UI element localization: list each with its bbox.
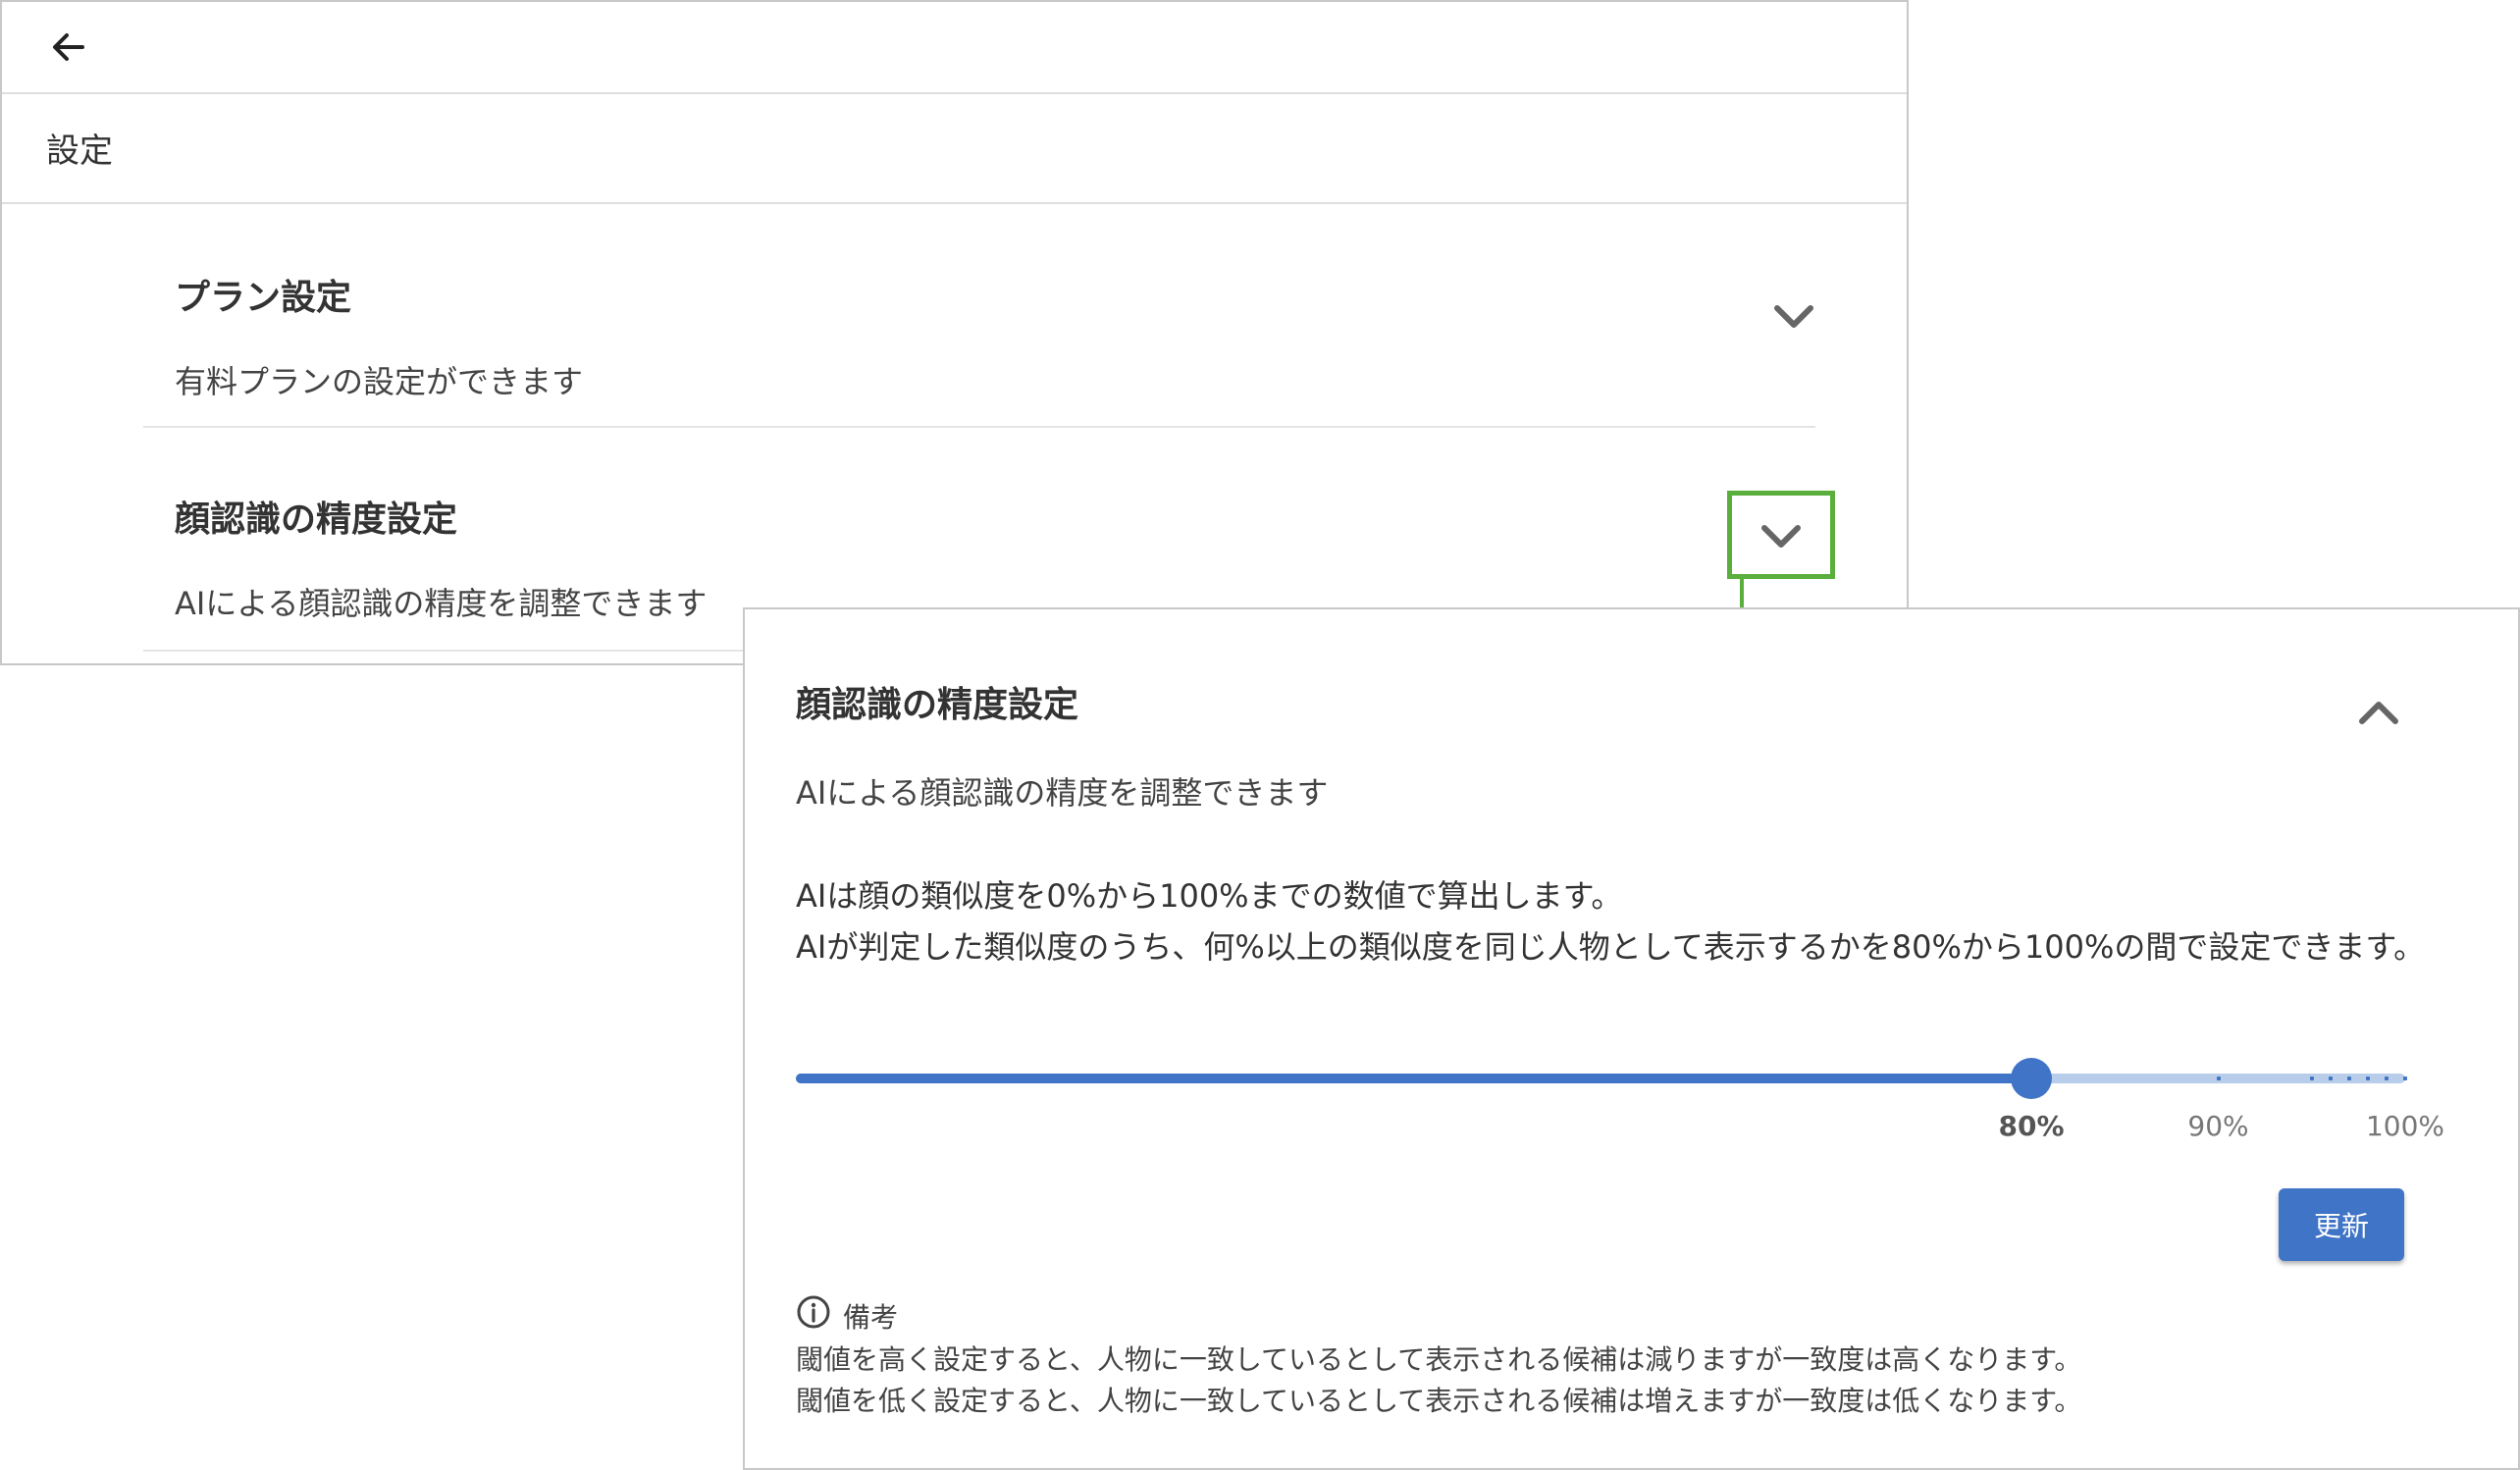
threshold-slider-track[interactable]	[796, 1074, 2031, 1083]
threshold-slider-thumb[interactable]	[2011, 1058, 2052, 1099]
slider-mark-label: 90%	[2187, 1110, 2249, 1142]
notes-section: 備考 閾値を高く設定すると、人物に一致しているとして表示される候補は減りますが一…	[796, 1292, 2464, 1417]
notes-label: 備考	[843, 1301, 899, 1334]
info-circle-icon	[797, 1295, 830, 1329]
arrow-left-icon	[53, 33, 84, 61]
update-button[interactable]: 更新	[2279, 1188, 2404, 1261]
section-description: AIによる顔認識の精度を調整できます	[175, 585, 708, 622]
notes-line: 閾値を高く設定すると、人物に一致しているとして表示される候補は減りますが一致度は…	[796, 1343, 2082, 1376]
face-recognition-detail-panel: 顔認識の精度設定 AIによる顔認識の精度を調整できます AIは顔の類似度を0%か…	[743, 607, 2520, 1470]
chevron-down-icon	[1761, 525, 1801, 548]
slider-tick	[2365, 1076, 2370, 1080]
notes-lines: 閾値を高く設定すると、人物に一致しているとして表示される候補は減りますが一致度は…	[796, 1339, 2081, 1422]
chevron-down-icon	[1774, 305, 1813, 328]
settings-panel: 設定 プラン設定 有料プランの設定ができます 顔認識の精度設定 AIによる顔認識…	[0, 0, 1909, 665]
notes-line: 閾値を低く設定すると、人物に一致しているとして表示される候補は増えますが一致度は…	[796, 1385, 2082, 1417]
section-plan-settings: プラン設定 有料プランの設定ができます	[143, 204, 1815, 428]
slider-tick	[2403, 1076, 2407, 1080]
slider-mark-label: 80%	[1998, 1110, 2065, 1142]
slider-tick	[2384, 1076, 2389, 1080]
page-title: 設定	[46, 131, 113, 171]
title-bar: 設定	[2, 94, 1907, 204]
explanation-line: AIが判定した類似度のうち、何%以上の類似度を同じ人物として表示するかを80%か…	[796, 928, 2426, 966]
expand-face-recognition-button[interactable]	[1727, 491, 1835, 579]
slider-mark-label: 100%	[2365, 1110, 2445, 1142]
back-button[interactable]	[45, 24, 92, 71]
explanation-line: AIは顔の類似度を0%から100%までの数値で算出します。	[796, 877, 1623, 915]
slider-tick	[2216, 1076, 2221, 1080]
slider-tick	[2346, 1076, 2351, 1080]
chevron-up-icon	[2359, 702, 2398, 724]
notes-header: 備考	[796, 1292, 2464, 1336]
panel-description: AIによる顔認識の精度を調整できます	[796, 774, 1329, 812]
expand-plan-settings-button[interactable]	[1745, 273, 1853, 361]
slider-tick	[2328, 1076, 2333, 1080]
explanation-text: AIは顔の類似度を0%から100%までの数値で算出します。 AIが判定した類似度…	[796, 868, 2444, 971]
section-title: 顔認識の精度設定	[175, 499, 458, 540]
section-description: 有料プランの設定ができます	[175, 363, 584, 400]
section-title: プラン設定	[175, 278, 352, 318]
collapse-face-recognition-button[interactable]	[2335, 674, 2423, 753]
top-bar	[2, 2, 1907, 94]
slider-tick	[2309, 1076, 2314, 1080]
panel-title: 顔認識の精度設定	[796, 685, 1079, 725]
